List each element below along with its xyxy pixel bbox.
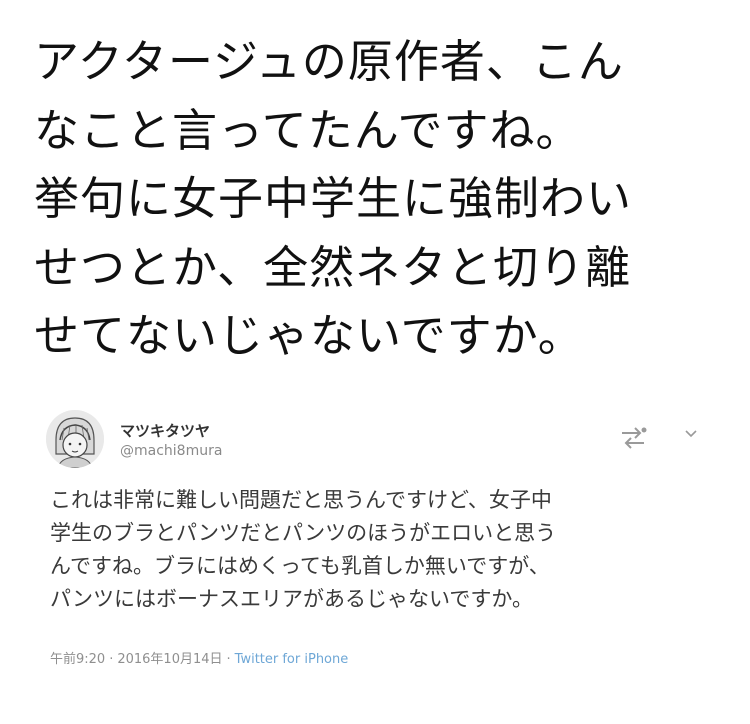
tweet-time[interactable]: 午前9:20 [50, 652, 105, 667]
meta-separator: · [226, 652, 231, 667]
meta-separator: · [109, 652, 114, 667]
tweet-text-line-1: これは非常に難しい問題だと思うんですけど、女子中 [50, 488, 552, 512]
chevron-down-icon[interactable] [683, 426, 699, 442]
avatar-illustration-icon [46, 410, 104, 468]
avatar[interactable] [46, 410, 104, 468]
tweet-date[interactable]: 2016年10月14日 [117, 652, 222, 667]
user-handle[interactable]: @machi8mura [120, 443, 222, 459]
follow-transfer-icon[interactable] [618, 424, 648, 450]
tweet-text-line-4: パンツにはボーナスエリアがあるじゃないですか。 [50, 587, 533, 611]
caption-line-3: 挙句に女子中学生に強制わい [34, 172, 633, 225]
embedded-tweet: マツキタツヤ @machi8mura これは非常に難しい問題だと思うんですけど、… [46, 410, 706, 680]
caption-line-4: せつとか、全然ネタと切り離 [34, 240, 632, 294]
tweet-header: マツキタツヤ @machi8mura [46, 410, 706, 474]
tweet-source-link[interactable]: Twitter for iPhone [235, 652, 349, 667]
caption-line-1: アクタージュの原作者、こん [34, 35, 624, 88]
tweet-text: これは非常に難しい問題だと思うんですけど、女子中 学生のブラとパンツだとパンツの… [50, 484, 706, 616]
tweet-metadata: 午前9:20 · 2016年10月14日 · Twitter for iPhone [50, 648, 348, 667]
tweet-text-line-3: んですね。ブラにはめくっても乳首しか無いですが、 [50, 554, 550, 578]
caption-line-5: せてないじゃないですか。 [34, 309, 584, 362]
caption: アクタージュの原作者、こん なこと言ってたんですね。 挙句に女子中学生に強制わい… [34, 28, 724, 371]
caption-line-2: なこと言ってたんですね。 [34, 103, 582, 157]
tweet-text-line-2: 学生のブラとパンツだとパンツのほうがエロいと思う [50, 521, 557, 545]
display-name[interactable]: マツキタツヤ [120, 420, 210, 441]
